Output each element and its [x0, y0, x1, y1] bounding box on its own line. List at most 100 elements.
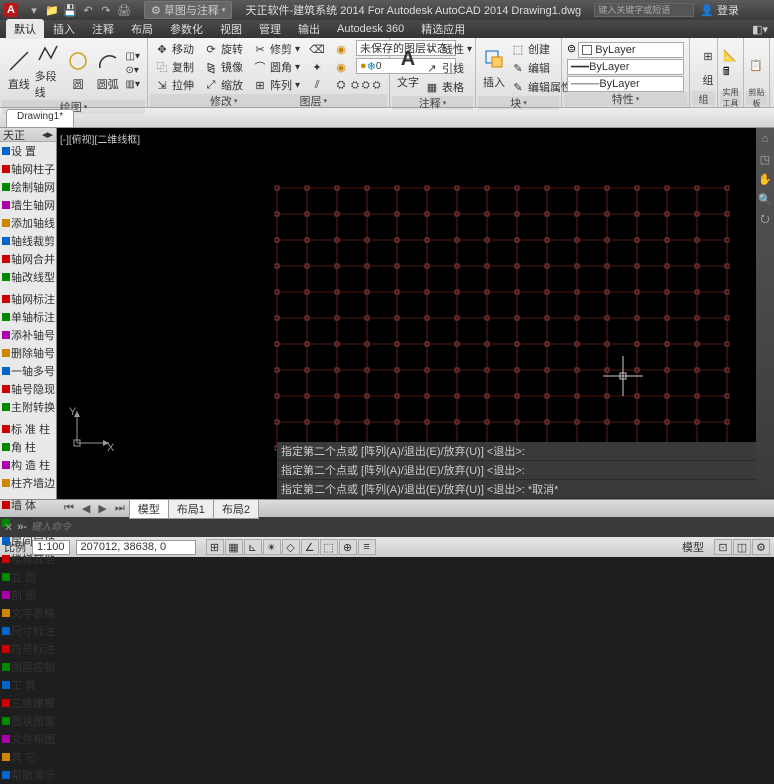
sidebar-item[interactable]: 柱齐墙边: [0, 474, 56, 492]
polar-toggle[interactable]: ✴: [263, 539, 281, 555]
scale-value[interactable]: 1:100: [32, 540, 70, 555]
tab-manage[interactable]: 管理: [251, 19, 289, 39]
scale-button[interactable]: ⤢缩放: [202, 76, 245, 94]
sidebar-item[interactable]: 单轴标注: [0, 308, 56, 326]
otrack-toggle[interactable]: ∠: [301, 539, 319, 555]
sidebar-item[interactable]: 图层控制: [0, 658, 56, 676]
tab-annotate[interactable]: 注释: [84, 19, 122, 39]
viewport-label[interactable]: [-][俯视][二维线框]: [60, 131, 140, 146]
sidebar-item[interactable]: 文字表格: [0, 604, 56, 622]
tab-layout[interactable]: 布局: [123, 19, 161, 39]
paste-icon[interactable]: 📋: [749, 59, 763, 72]
sidebar-item[interactable]: 三维建模: [0, 694, 56, 712]
sb-r1[interactable]: ⊡: [714, 539, 732, 555]
erase-button[interactable]: ⌫: [308, 40, 326, 58]
copy-button[interactable]: ⿻复制: [153, 58, 196, 76]
layer-p1[interactable]: ◉: [332, 40, 350, 58]
qat-redo-icon[interactable]: ↷: [98, 2, 114, 18]
draw-more-2[interactable]: ⊙▾: [124, 64, 142, 77]
sidebar-item[interactable]: 轴线裁剪: [0, 232, 56, 250]
insert-button[interactable]: 插入: [481, 46, 507, 90]
stretch-button[interactable]: ⇲拉伸: [153, 76, 196, 94]
tab-default[interactable]: 默认: [6, 19, 44, 39]
lwt-toggle[interactable]: ≡: [358, 539, 376, 555]
sidebar-item[interactable]: 轴改线型: [0, 268, 56, 286]
trim-button[interactable]: ✂修剪▾: [251, 40, 302, 58]
sidebar-item[interactable]: 墙 体: [0, 496, 56, 514]
sidebar-header[interactable]: 天正 ◂▸: [0, 128, 56, 142]
layer-tools[interactable]: ⛭⛭ ⛭ ⛭: [332, 76, 383, 94]
sb-r3[interactable]: ⚙: [752, 539, 770, 555]
sidebar-item[interactable]: 符号标注: [0, 640, 56, 658]
fillet-button[interactable]: ⌒圆角▾: [251, 58, 302, 76]
sb-r2[interactable]: ◫: [733, 539, 751, 555]
search-box[interactable]: 键入关键字或短语: [594, 3, 694, 17]
sidebar-item[interactable]: 轴号隐现: [0, 380, 56, 398]
arc-button[interactable]: 圆弧: [94, 48, 122, 92]
sidebar-item[interactable]: 角 柱: [0, 438, 56, 456]
sidebar-item[interactable]: 轴网标注: [0, 290, 56, 308]
text-button[interactable]: A文字: [395, 46, 421, 90]
nav-zoom-icon[interactable]: 🔍: [758, 192, 772, 206]
sidebar-item[interactable]: 主附转换: [0, 398, 56, 416]
cmd-input[interactable]: [31, 522, 770, 533]
sidebar-item[interactable]: 剖 面: [0, 586, 56, 604]
qat-undo-icon[interactable]: ↶: [80, 2, 96, 18]
mirror-button[interactable]: ⧎镜像: [202, 58, 245, 76]
workspace-switcher[interactable]: ⚙ 草图与注释 ▾: [144, 1, 232, 19]
tab-output[interactable]: 输出: [290, 19, 328, 39]
sidebar-item[interactable]: 墙生轴网: [0, 196, 56, 214]
sidebar-item[interactable]: 构 造 柱: [0, 456, 56, 474]
nav-viewcube-icon[interactable]: ◳: [758, 152, 772, 166]
ortho-toggle[interactable]: ⊾: [244, 539, 262, 555]
calc-icon[interactable]: 🖩: [723, 63, 737, 82]
model-space-label[interactable]: 模型: [682, 539, 704, 555]
sidebar-item[interactable]: 添补轴号: [0, 326, 56, 344]
sidebar-item[interactable]: 其 它: [0, 748, 56, 766]
color-combo[interactable]: ByLayer: [578, 42, 684, 58]
sidebar-item[interactable]: 标 准 柱: [0, 420, 56, 438]
offset-button[interactable]: ⫽: [308, 76, 326, 94]
draw-more-3[interactable]: ▥▾: [124, 78, 142, 91]
tab-nav-next[interactable]: ▶: [94, 502, 110, 515]
sidebar-item[interactable]: 轴网合并: [0, 250, 56, 268]
sidebar-item[interactable]: 文件布图: [0, 730, 56, 748]
ducs-toggle[interactable]: ⬚: [320, 539, 338, 555]
match-prop-icon[interactable]: ⊜: [567, 42, 576, 58]
explode-button[interactable]: ✦: [308, 58, 326, 76]
move-button[interactable]: ✥移动: [153, 40, 196, 58]
login-button[interactable]: 👤 登录: [700, 2, 739, 18]
linetype-combo[interactable]: ──── ByLayer: [567, 76, 684, 92]
tab-nav-prev[interactable]: ◀: [78, 502, 94, 515]
sidebar-item[interactable]: 设 置: [0, 142, 56, 160]
tab-layout1[interactable]: 布局1: [168, 499, 214, 519]
sidebar-item[interactable]: 一轴多号: [0, 362, 56, 380]
layer-p2[interactable]: ◉: [332, 58, 350, 76]
sidebar-item[interactable]: 图块图案: [0, 712, 56, 730]
sidebar-item[interactable]: 立 面: [0, 568, 56, 586]
file-tab-drawing1[interactable]: Drawing1*: [6, 109, 74, 127]
sidebar-item[interactable]: 工 具: [0, 676, 56, 694]
app-logo[interactable]: A: [4, 3, 18, 17]
sidebar-item[interactable]: 绘制轴网: [0, 178, 56, 196]
sidebar-item[interactable]: 尺寸标注: [0, 622, 56, 640]
tab-featured[interactable]: 精选应用: [413, 19, 473, 39]
sidebar-item[interactable]: 删除轴号: [0, 344, 56, 362]
tab-model[interactable]: 模型: [129, 499, 169, 519]
rotate-button[interactable]: ⟳旋转: [202, 40, 245, 58]
snap-toggle[interactable]: ⊞: [206, 539, 224, 555]
nav-orbit-icon[interactable]: ⭮: [758, 212, 772, 226]
sidebar-item[interactable]: 添加轴线: [0, 214, 56, 232]
osnap-toggle[interactable]: ◇: [282, 539, 300, 555]
qat-print-icon[interactable]: 🖨: [116, 2, 132, 18]
grid-toggle[interactable]: ▦: [225, 539, 243, 555]
tab-layout2[interactable]: 布局2: [213, 499, 259, 519]
draw-more-1[interactable]: ◫▾: [124, 50, 142, 63]
tab-parametric[interactable]: 参数化: [162, 19, 211, 39]
array-button[interactable]: ⊞阵列▾: [251, 76, 302, 94]
sidebar-item[interactable]: 轴网柱子: [0, 160, 56, 178]
measure-icon[interactable]: 📐: [723, 49, 737, 62]
nav-pan-icon[interactable]: ✋: [758, 172, 772, 186]
nav-home-icon[interactable]: ⌂: [758, 132, 772, 146]
drawing-canvas[interactable]: [-][俯视][二维线框] X Y 指定第二个点或 [阵列(A)/退出(E)/放…: [57, 128, 774, 499]
